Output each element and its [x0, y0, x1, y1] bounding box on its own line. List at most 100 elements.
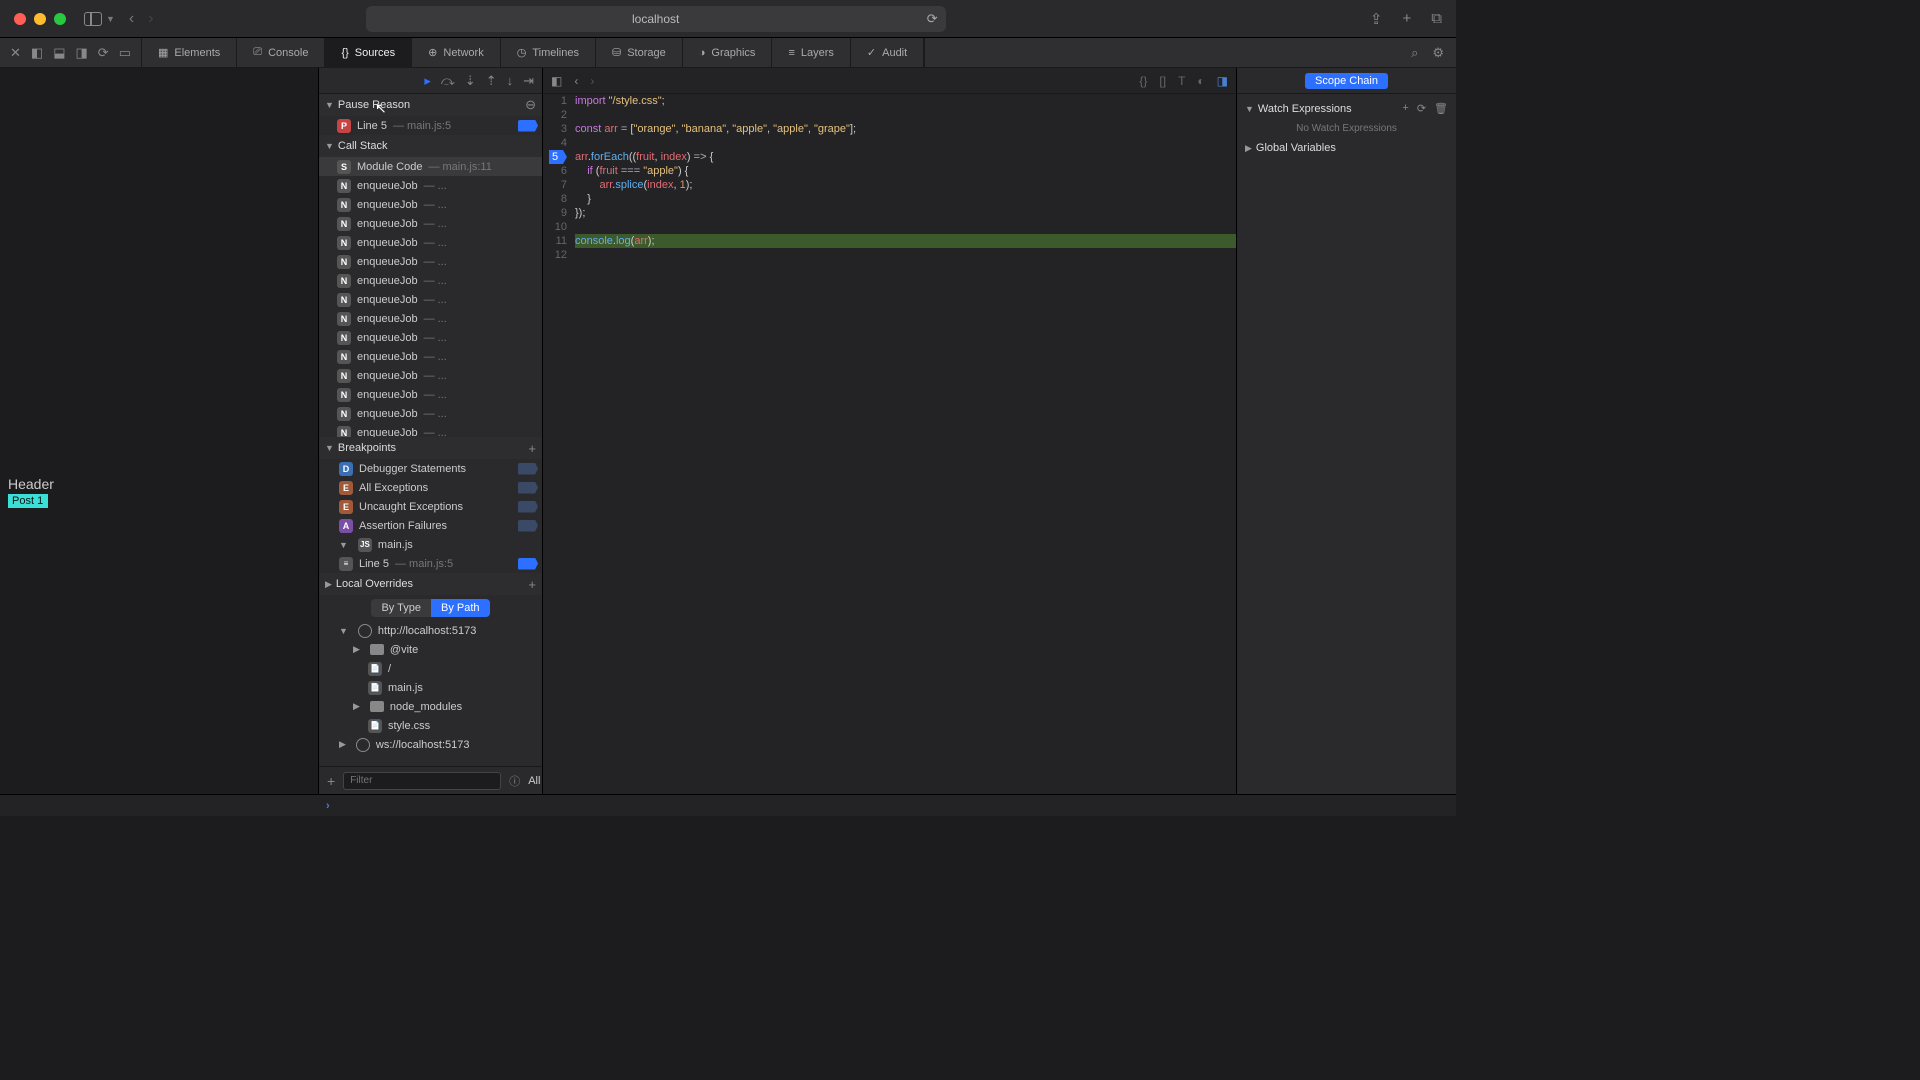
source-origin[interactable]: ▶ws://localhost:5173: [319, 735, 542, 754]
callstack-frame[interactable]: SModule Code— main.js:11: [319, 157, 542, 176]
continue-button[interactable]: ▸: [424, 73, 431, 89]
add-override-icon[interactable]: +: [528, 577, 536, 592]
source-file[interactable]: 📄style.css: [319, 716, 542, 735]
callstack-frame[interactable]: NenqueueJob— ...: [319, 423, 542, 437]
step-out-button[interactable]: ⇡: [486, 73, 497, 89]
tab-graphics[interactable]: ◑Graphics: [682, 38, 772, 68]
local-overrides-header[interactable]: ▶ Local Overrides +: [319, 573, 542, 595]
tab-storage[interactable]: ⛁Storage: [595, 38, 682, 68]
breakpoint-file[interactable]: ▼JSmain.js: [319, 535, 542, 554]
filter-scope[interactable]: All: [528, 775, 540, 787]
type-profile-icon[interactable]: T: [1178, 74, 1185, 88]
callstack-frame[interactable]: NenqueueJob— ...: [319, 176, 542, 195]
tab-network[interactable]: ⊕Network: [411, 38, 500, 68]
global-variables-header[interactable]: ▶ Global Variables: [1245, 138, 1448, 158]
line-gutter[interactable]: 123456789101112: [543, 94, 571, 262]
source-folder[interactable]: ▶@vite: [319, 640, 542, 659]
bp-toggle[interactable]: [518, 463, 538, 475]
pretty-print-icon[interactable]: {}: [1139, 74, 1147, 88]
refresh-watch-icon[interactable]: ⟳: [1417, 102, 1426, 115]
nav-back-icon[interactable]: ‹: [574, 74, 578, 88]
tab-layers[interactable]: ≡Layers: [771, 38, 849, 68]
callstack-frame[interactable]: NenqueueJob— ...: [319, 252, 542, 271]
breakpoint-row[interactable]: EUncaught Exceptions: [319, 497, 542, 516]
line-number[interactable]: 6: [543, 164, 567, 178]
bp-toggle[interactable]: [518, 501, 538, 513]
line-number[interactable]: 11: [543, 234, 567, 248]
pause-reason-row[interactable]: P Line 5 — main.js:5: [319, 116, 542, 135]
tabs-icon[interactable]: ⧉: [1431, 10, 1442, 28]
seg-by-type[interactable]: By Type: [371, 599, 431, 617]
line-number[interactable]: 4: [543, 136, 567, 150]
clear-icon[interactable]: ⊖: [525, 97, 536, 113]
tab-timelines[interactable]: ◷Timelines: [500, 38, 595, 68]
dock-bottom-icon[interactable]: ⬓: [53, 45, 65, 61]
pause-reason-header[interactable]: ▼ Pause Reason ⊖: [319, 94, 542, 116]
callstack-frame[interactable]: NenqueueJob— ...: [319, 404, 542, 423]
code-line[interactable]: import "/style.css";: [575, 94, 1236, 108]
step-into-button[interactable]: ⇣: [465, 73, 476, 89]
line-number[interactable]: 3: [543, 122, 567, 136]
back-button[interactable]: ‹: [129, 10, 134, 28]
brackets-icon[interactable]: []: [1159, 74, 1166, 88]
code-line[interactable]: if (fruit === "apple") {: [575, 164, 1236, 178]
line-number[interactable]: 1: [543, 94, 567, 108]
clear-watch-icon[interactable]: 🗑: [1434, 102, 1448, 115]
source-file[interactable]: 📄main.js: [319, 678, 542, 697]
line-number[interactable]: 8: [543, 192, 567, 206]
code-line[interactable]: });: [575, 206, 1236, 220]
sidebar-toggle-icon[interactable]: [84, 12, 102, 26]
source-folder[interactable]: ▶node_modules: [319, 697, 542, 716]
line-number[interactable]: 7: [543, 178, 567, 192]
search-icon[interactable]: ⌕: [1411, 45, 1418, 61]
line-number[interactable]: 10: [543, 220, 567, 234]
new-tab-icon[interactable]: +: [1402, 10, 1411, 28]
callstack-frame[interactable]: NenqueueJob— ...: [319, 233, 542, 252]
callstack-frame[interactable]: NenqueueJob— ...: [319, 214, 542, 233]
line-number[interactable]: 5: [543, 150, 567, 164]
code-line[interactable]: [575, 108, 1236, 122]
tab-console[interactable]: ⎚Console: [236, 38, 324, 68]
breakpoint-row[interactable]: DDebugger Statements: [319, 459, 542, 478]
filter-input[interactable]: [343, 772, 501, 790]
add-resource-icon[interactable]: +: [327, 773, 335, 789]
tab-sources[interactable]: {}Sources: [324, 38, 411, 68]
line-number[interactable]: 12: [543, 248, 567, 262]
code-lines[interactable]: import "/style.css"; const arr = ["orange…: [575, 94, 1236, 262]
callstack-frame[interactable]: NenqueueJob— ...: [319, 385, 542, 404]
reload-icon[interactable]: ⟳: [927, 11, 938, 27]
info-icon[interactable]: ⓘ: [509, 773, 520, 789]
callstack-frame[interactable]: NenqueueJob— ...: [319, 309, 542, 328]
right-sidebar-toggle-icon[interactable]: ◨: [1217, 74, 1228, 88]
callstack-frame[interactable]: NenqueueJob— ...: [319, 271, 542, 290]
breakpoints-header[interactable]: ▼ Breakpoints +: [319, 437, 542, 459]
callstack-header[interactable]: ▼ Call Stack: [319, 135, 542, 157]
share-icon[interactable]: ⇪: [1370, 10, 1383, 28]
source-origin[interactable]: ▼http://localhost:5173: [319, 621, 542, 640]
breakpoint-line[interactable]: ≡Line 5— main.js:5: [319, 554, 542, 573]
breakpoint-row[interactable]: AAssertion Failures: [319, 516, 542, 535]
callstack-frame[interactable]: NenqueueJob— ...: [319, 195, 542, 214]
sidebar-toggle-icon[interactable]: ◧: [551, 74, 562, 88]
code-line[interactable]: [575, 248, 1236, 262]
console-prompt[interactable]: ›: [0, 794, 1456, 816]
code-line[interactable]: [575, 136, 1236, 150]
tab-audit[interactable]: ✓Audit: [850, 38, 924, 68]
settings-icon[interactable]: ⚙: [1432, 45, 1444, 61]
bp-toggle[interactable]: [518, 482, 538, 494]
bp-toggle[interactable]: [518, 558, 538, 570]
add-breakpoint-icon[interactable]: +: [528, 441, 536, 456]
deactivate-breakpoints-button[interactable]: ⇥: [523, 73, 534, 89]
device-icon[interactable]: ▭: [119, 45, 131, 61]
code-line[interactable]: const arr = ["orange", "banana", "apple"…: [575, 122, 1236, 136]
dock-left-icon[interactable]: ◧: [31, 45, 43, 61]
close-devtools-icon[interactable]: ✕: [10, 45, 21, 61]
watch-expressions-header[interactable]: ▼ Watch Expressions + ⟳ 🗑: [1245, 98, 1448, 119]
tab-scope-chain[interactable]: Scope Chain: [1305, 73, 1388, 89]
code-line[interactable]: arr.forEach((fruit, index) => {: [575, 150, 1236, 164]
step-button[interactable]: ↓: [507, 73, 514, 88]
seg-by-path[interactable]: By Path: [431, 599, 490, 617]
breakpoint-row[interactable]: EAll Exceptions: [319, 478, 542, 497]
code-line[interactable]: }: [575, 192, 1236, 206]
code-line[interactable]: console.log(arr);: [575, 234, 1236, 248]
